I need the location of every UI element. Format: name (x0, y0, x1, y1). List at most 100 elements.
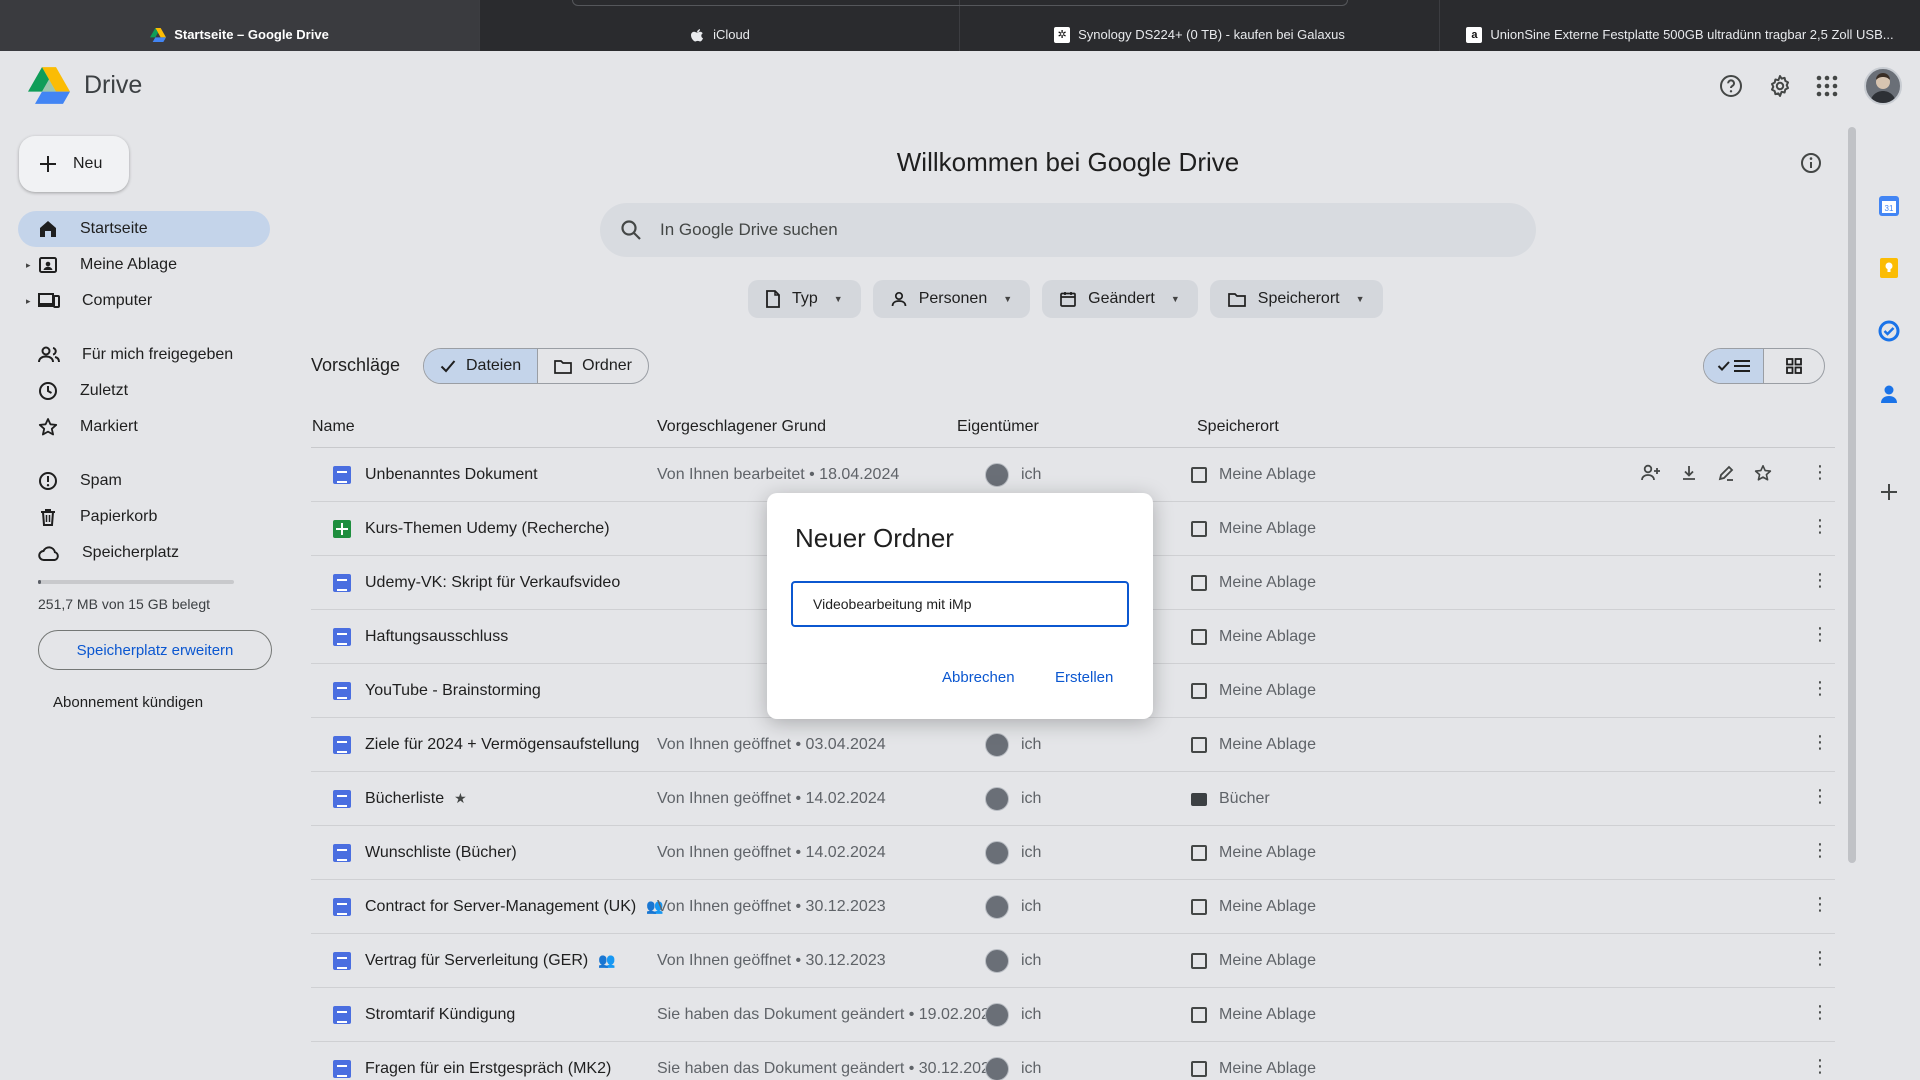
details-button[interactable] (1800, 152, 1822, 179)
file-location[interactable]: Meine Ablage (1219, 466, 1316, 484)
side-panel: 31 (1862, 123, 1920, 1080)
contacts-app-button[interactable] (1878, 383, 1900, 405)
calendar-app-button[interactable]: 31 (1878, 195, 1900, 217)
segment-label: Dateien (466, 357, 522, 374)
file-name-text: YouTube - Brainstorming (365, 682, 541, 699)
segment-folders[interactable]: Ordner (538, 349, 648, 383)
apps-button[interactable] (1810, 69, 1844, 103)
grid-view-button[interactable] (1764, 349, 1824, 383)
rename-pencil-icon[interactable] (1717, 464, 1735, 482)
browser-tab-galaxus[interactable]: ✲ Synology DS224+ (0 TB) - kaufen bei Ga… (960, 0, 1440, 51)
settings-button[interactable] (1763, 69, 1797, 103)
main-scrollbar[interactable] (1848, 127, 1856, 863)
star-icon[interactable] (1754, 464, 1772, 482)
file-location[interactable]: Meine Ablage (1219, 574, 1316, 592)
table-row[interactable]: Contract for Server-Management (UK) 👥 Von … (311, 880, 1835, 934)
folder-name-input[interactable] (791, 581, 1129, 627)
browser-tab-drive[interactable]: Startseite – Google Drive (0, 0, 480, 51)
segment-files[interactable]: Dateien (424, 349, 539, 383)
sidebar-item-zuletzt[interactable]: Zuletzt (18, 373, 270, 409)
file-location[interactable]: Meine Ablage (1219, 952, 1316, 970)
sidebar-item-markiert[interactable]: Markiert (18, 409, 270, 445)
list-view-button[interactable] (1704, 349, 1764, 383)
filter-type-chip[interactable]: Typ ▼ (748, 280, 861, 318)
more-options-icon[interactable]: ⋮ (1811, 894, 1829, 915)
more-options-icon[interactable]: ⋮ (1811, 462, 1829, 483)
cancel-button[interactable]: Abbrechen (942, 669, 1015, 686)
file-location[interactable]: Meine Ablage (1219, 682, 1316, 700)
table-row[interactable]: Stromtarif Kündigung Sie haben das Dokume… (311, 988, 1835, 1042)
owner-name: ich (1021, 790, 1042, 807)
help-icon (1720, 75, 1742, 97)
create-button[interactable]: Erstellen (1055, 669, 1113, 686)
filter-people-chip[interactable]: Personen ▼ (872, 280, 1031, 318)
upgrade-storage-button[interactable]: Speicherplatz erweitern (38, 630, 272, 670)
spam-icon (39, 472, 57, 490)
sidebar-item-computer[interactable]: ▸ Computer (18, 283, 270, 319)
more-options-icon[interactable]: ⋮ (1811, 840, 1829, 861)
filter-modified-chip[interactable]: Geändert ▼ (1042, 280, 1198, 318)
browser-tab-amazon[interactable]: a UnionSine Externe Festplatte 500GB ult… (1440, 0, 1920, 51)
table-row[interactable]: Vertrag für Serverleitung (GER) 👥 Von Ihne… (311, 934, 1835, 988)
my-drive-icon (1191, 683, 1207, 699)
browser-tab-icloud[interactable]: iCloud (480, 0, 960, 51)
table-row[interactable]: Wunschliste (Bücher) Von Ihnen geöffnet •… (311, 826, 1835, 880)
share-icon[interactable] (1641, 464, 1661, 482)
more-options-icon[interactable]: ⋮ (1811, 570, 1829, 591)
file-location[interactable]: Meine Ablage (1219, 1060, 1316, 1078)
more-options-icon[interactable]: ⋮ (1811, 624, 1829, 645)
owner-avatar (985, 463, 1009, 487)
owner-name: ich (1021, 952, 1042, 969)
file-location[interactable]: Meine Ablage (1219, 628, 1316, 646)
owner-name: ich (1021, 736, 1042, 753)
sidebar-item-startseite[interactable]: Startseite (18, 211, 270, 247)
drive-logo[interactable]: Drive (28, 67, 142, 104)
more-options-icon[interactable]: ⋮ (1811, 516, 1829, 537)
file-location[interactable]: Meine Ablage (1219, 844, 1316, 862)
file-location[interactable]: Meine Ablage (1219, 520, 1316, 538)
sidebar-item-speicherplatz[interactable]: Speicherplatz (18, 535, 270, 571)
table-row[interactable]: Ziele für 2024 + Vermögensaufstellung Von… (311, 718, 1835, 772)
new-button[interactable]: Neu (19, 136, 129, 192)
help-button[interactable] (1714, 69, 1748, 103)
more-options-icon[interactable]: ⋮ (1811, 678, 1829, 699)
account-avatar[interactable] (1864, 67, 1902, 105)
more-options-icon[interactable]: ⋮ (1811, 948, 1829, 969)
more-options-icon[interactable]: ⋮ (1811, 786, 1829, 807)
document-icon (333, 628, 351, 646)
chip-label: Speicherort (1257, 290, 1340, 307)
address-bar-edge (572, 0, 1348, 6)
document-icon (333, 466, 351, 484)
file-location[interactable]: Meine Ablage (1219, 1006, 1316, 1024)
sidebar-item-meine-ablage[interactable]: ▸ Meine Ablage (18, 247, 270, 283)
expand-caret-icon[interactable]: ▸ (26, 296, 31, 307)
more-options-icon[interactable]: ⋮ (1811, 732, 1829, 753)
expand-caret-icon[interactable]: ▸ (26, 260, 31, 271)
tasks-app-button[interactable] (1878, 320, 1900, 342)
sidebar-item-label: Zuletzt (80, 382, 129, 399)
file-location[interactable]: Meine Ablage (1219, 898, 1316, 916)
column-header-name[interactable]: Name (312, 418, 355, 436)
document-icon (333, 682, 351, 700)
sidebar-item-shared[interactable]: Für mich freigegeben (18, 337, 270, 373)
file-name-text: Vertrag für Serverleitung (GER) (365, 952, 589, 969)
table-row[interactable]: Fragen für ein Erstgespräch (MK2) Sie hab… (311, 1042, 1835, 1080)
download-icon[interactable] (1680, 464, 1698, 482)
keep-app-button[interactable] (1878, 257, 1900, 279)
add-addon-button[interactable] (1878, 481, 1900, 503)
search-bar[interactable]: In Google Drive suchen (600, 203, 1536, 257)
file-name: Udemy-VK: Skript für Verkaufsvideo (365, 574, 620, 592)
cancel-subscription-link[interactable]: Abonnement kündigen (53, 694, 203, 711)
sidebar-item-spam[interactable]: Spam (18, 463, 270, 499)
filter-location-chip[interactable]: Speicherort ▼ (1209, 280, 1383, 318)
file-location[interactable]: Bücher (1219, 790, 1270, 808)
table-row[interactable]: Bücherliste ★ Von Ihnen geöffnet • 14.02.2… (311, 772, 1835, 826)
check-icon (440, 360, 456, 373)
sidebar-item-label: Speicherplatz (82, 544, 179, 561)
sidebar-item-papierkorb[interactable]: Papierkorb (18, 499, 270, 535)
file-name: Contract for Server-Management (UK) 👥 (365, 898, 664, 916)
my-drive-icon (1191, 467, 1207, 483)
more-options-icon[interactable]: ⋮ (1811, 1002, 1829, 1023)
more-options-icon[interactable]: ⋮ (1811, 1056, 1829, 1077)
file-location[interactable]: Meine Ablage (1219, 736, 1316, 754)
